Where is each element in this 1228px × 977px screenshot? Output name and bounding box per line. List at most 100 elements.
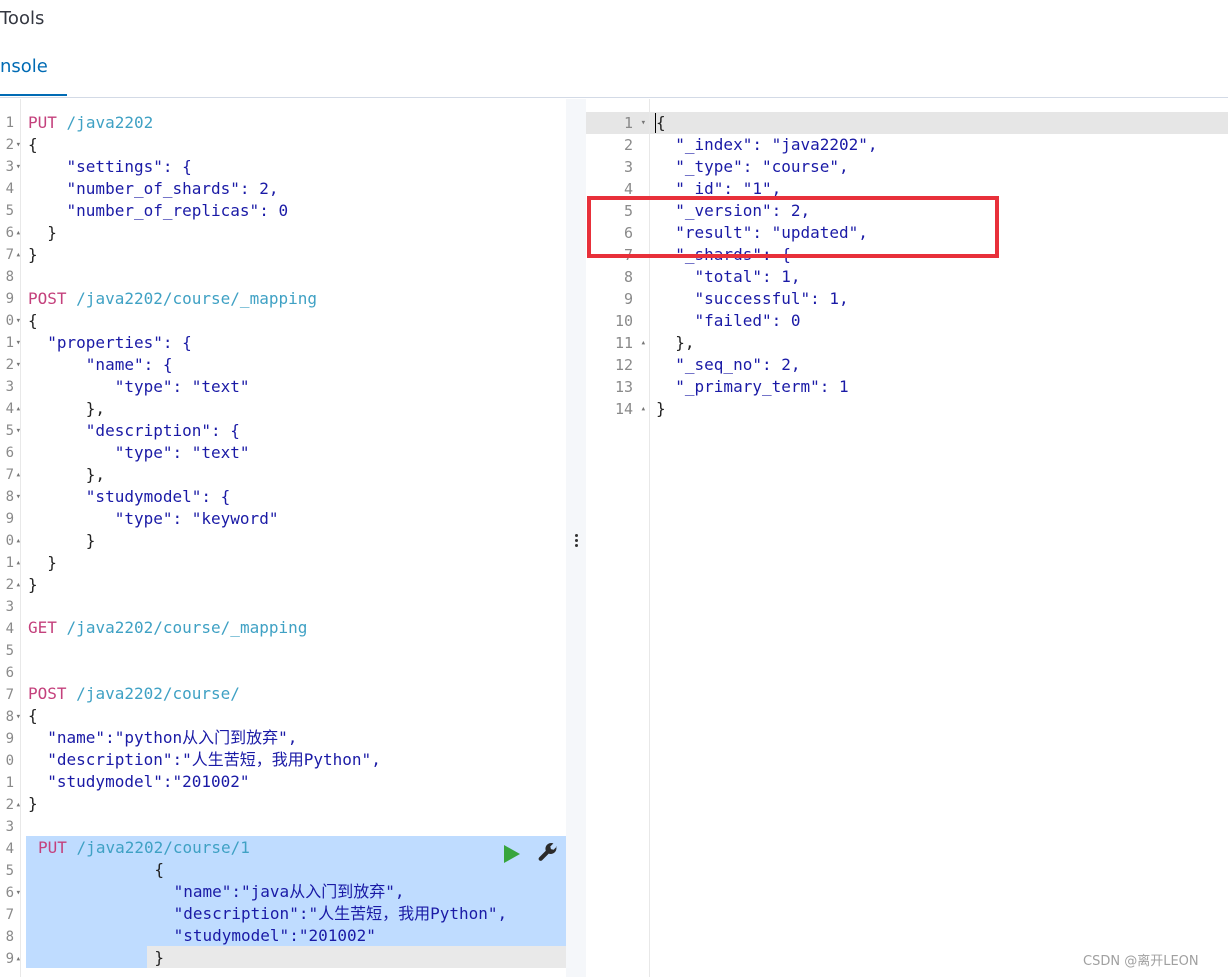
- code-line[interactable]: }: [28, 552, 57, 574]
- line-number-text: 9: [5, 291, 14, 307]
- fold-toggle-icon[interactable]: ▾: [16, 882, 21, 904]
- play-icon[interactable]: [504, 845, 520, 863]
- http-method: PUT: [28, 113, 57, 132]
- fold-toggle-icon[interactable]: ▴: [16, 794, 21, 816]
- response-line: "_index": "java2202",: [656, 135, 878, 154]
- code-line[interactable]: "type": "keyword": [28, 508, 279, 530]
- fold-toggle-icon[interactable]: ▴: [16, 552, 21, 574]
- line-number: 6 ▾: [0, 882, 21, 904]
- line-number: 0 ▾: [0, 310, 21, 332]
- code-line[interactable]: "description": {: [28, 420, 240, 442]
- code-line[interactable]: "type": "text": [28, 442, 250, 464]
- http-method: POST: [28, 289, 67, 308]
- line-number: 14 ▴: [586, 398, 650, 420]
- line-number-text: 4: [5, 401, 14, 417]
- request-line[interactable]: POST /java2202/course/_mapping: [28, 288, 317, 310]
- request-editor[interactable]: 1 2 ▾ 3 ▾ 4 5 6 ▴ 7 ▴ 8 9 0 ▾ 1 ▾ 2 ▾ 3 4 ▴ 5 ▾ 6 7 ▴ 8 ▾ 9 0 ▴ 1 ▴ 2 ▴ 3 4 5 6…: [0, 99, 566, 977]
- code-line[interactable]: "number_of_shards": 2,: [28, 178, 279, 200]
- wrench-icon[interactable]: [537, 841, 559, 863]
- response-line: "total": 1,: [656, 267, 801, 286]
- fold-toggle-icon[interactable]: ▴: [16, 464, 21, 486]
- header-divider: [0, 97, 1228, 98]
- code-line[interactable]: "studymodel":"201002": [58, 925, 376, 947]
- code-line[interactable]: "studymodel":"201002": [28, 771, 249, 793]
- request-path: /java2202/course/_mapping: [76, 289, 317, 308]
- code-line[interactable]: "number_of_replicas": 0: [28, 200, 289, 222]
- line-number: 6: [0, 442, 21, 464]
- line-number: 1: [0, 112, 21, 134]
- line-number-text: 2: [623, 136, 633, 154]
- code-line[interactable]: "description":"人生苦短，我用Python",: [28, 749, 381, 771]
- fold-toggle-icon[interactable]: ▴: [16, 398, 21, 420]
- fold-toggle-icon[interactable]: ▴: [16, 574, 21, 596]
- line-number-text: 5: [5, 863, 14, 879]
- code-line[interactable]: }: [28, 222, 57, 244]
- line-number: 0 ▴: [0, 530, 21, 552]
- response-line: "_type": "course",: [656, 157, 849, 176]
- fold-toggle-icon[interactable]: ▴: [16, 948, 21, 970]
- request-line[interactable]: PUT /java2202: [28, 112, 153, 134]
- tab-console[interactable]: nsole: [0, 56, 48, 77]
- line-number: 8: [0, 926, 21, 948]
- code-line[interactable]: },: [28, 464, 105, 486]
- code-line[interactable]: {: [28, 134, 38, 156]
- code-line[interactable]: }: [58, 947, 164, 969]
- fold-toggle-icon[interactable]: ▾: [16, 420, 21, 442]
- code-line[interactable]: {: [28, 705, 38, 727]
- line-number-text: 6: [5, 445, 14, 461]
- line-number-text: 4: [5, 841, 14, 857]
- fold-toggle-icon[interactable]: ▾: [16, 706, 21, 728]
- code-line[interactable]: "name":"java从入门到放弃",: [58, 881, 405, 903]
- fold-toggle-icon[interactable]: ▾: [16, 332, 21, 354]
- code-line[interactable]: {: [58, 859, 164, 881]
- request-line[interactable]: POST /java2202/course/: [28, 683, 240, 705]
- line-number-text: 8: [5, 269, 14, 285]
- line-number-text: 0: [5, 313, 14, 329]
- line-number: 2 ▾: [0, 134, 21, 156]
- fold-toggle-icon[interactable]: ▴: [16, 222, 21, 244]
- fold-toggle-icon[interactable]: ▾: [16, 156, 21, 178]
- code-line[interactable]: }: [28, 793, 38, 815]
- code-line[interactable]: }: [28, 244, 38, 266]
- fold-toggle-icon[interactable]: ▾: [16, 134, 21, 156]
- code-line[interactable]: }: [28, 530, 96, 552]
- code-line[interactable]: "name":"python从入门到放弃",: [28, 727, 297, 749]
- drag-handle-icon[interactable]: [575, 534, 578, 548]
- code-line[interactable]: {: [28, 310, 38, 332]
- line-number-text: 3: [5, 599, 14, 615]
- code-line[interactable]: "studymodel": {: [28, 486, 231, 508]
- code-line[interactable]: "description":"人生苦短，我用Python",: [58, 903, 508, 925]
- code-line[interactable]: "settings": {: [28, 156, 192, 178]
- fold-toggle-icon[interactable]: ▾: [16, 354, 21, 376]
- request-path: /java2202/course/1: [76, 838, 250, 857]
- fold-toggle-icon[interactable]: ▾: [16, 486, 21, 508]
- line-number-text: 1: [5, 115, 14, 131]
- fold-toggle-icon[interactable]: ▾: [641, 112, 646, 134]
- code-line[interactable]: "name": {: [28, 354, 173, 376]
- code-line[interactable]: },: [28, 398, 105, 420]
- fold-toggle-icon[interactable]: ▴: [641, 398, 646, 420]
- line-number: 2 ▴: [0, 794, 21, 816]
- line-number-text: 9: [5, 951, 14, 967]
- fold-toggle-icon[interactable]: ▴: [16, 530, 21, 552]
- line-number-text: 3: [5, 379, 14, 395]
- line-number-text: 2: [5, 137, 14, 153]
- line-number-text: 9: [5, 731, 14, 747]
- fold-toggle-icon[interactable]: ▴: [641, 332, 646, 354]
- code-line[interactable]: "type": "text": [28, 376, 250, 398]
- page-title: Tools: [0, 8, 45, 29]
- line-number-text: 6: [5, 665, 14, 681]
- request-line[interactable]: GET /java2202/course/_mapping: [28, 617, 307, 639]
- line-number: 12: [586, 354, 650, 376]
- code-line[interactable]: "properties": {: [28, 332, 192, 354]
- code-line[interactable]: }: [28, 574, 38, 596]
- fold-toggle-icon[interactable]: ▴: [16, 244, 21, 266]
- fold-toggle-icon[interactable]: ▾: [16, 310, 21, 332]
- line-number-text: 1: [5, 335, 14, 351]
- line-number-text: 10: [614, 312, 633, 330]
- line-number: 3: [0, 596, 21, 618]
- line-number-text: 1: [623, 114, 633, 132]
- line-number-text: 1: [5, 775, 14, 791]
- request-line[interactable]: PUT /java2202/course/1: [38, 837, 250, 859]
- http-method: PUT: [38, 838, 67, 857]
